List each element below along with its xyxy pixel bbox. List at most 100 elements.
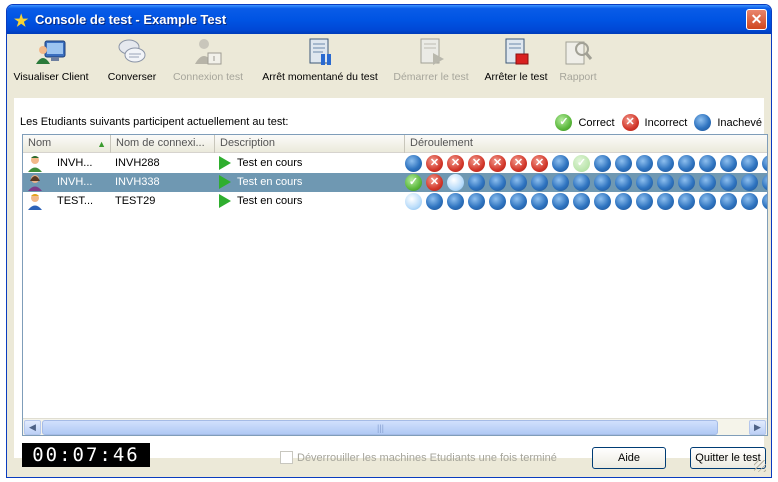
unlock-option[interactable]: Déverrouiller les machines Etudiants une… bbox=[280, 451, 557, 464]
question-incorrect-icon: ✕ bbox=[447, 155, 464, 172]
student-row[interactable]: TEST... TEST29 Test en cours bbox=[23, 192, 767, 211]
question-unfinished-icon bbox=[426, 193, 443, 210]
toolbar-label: Connexion test bbox=[172, 71, 244, 83]
column-header-progress[interactable]: Déroulement bbox=[405, 135, 767, 153]
pause-test-button[interactable]: Arrêt momentané du test bbox=[256, 36, 384, 83]
stop-document-icon bbox=[505, 38, 529, 65]
report-magnifier-icon bbox=[565, 41, 593, 65]
question-unfinished-icon bbox=[678, 174, 695, 191]
question-unfinished-icon bbox=[762, 155, 767, 172]
student-progress: ✕ ✕ ✕ ✕ ✕ ✕ ✓ bbox=[405, 155, 767, 172]
close-button[interactable]: ✕ bbox=[746, 9, 767, 30]
question-unfinished-icon bbox=[636, 174, 653, 191]
question-incorrect-icon: ✕ bbox=[468, 155, 485, 172]
unlock-label: Déverrouiller les machines Etudiants une… bbox=[297, 451, 557, 464]
toolbar: Visualiser Client Converser Connexion te… bbox=[10, 34, 768, 92]
question-unfinished-icon bbox=[615, 193, 632, 210]
report-button[interactable]: Rapport bbox=[556, 36, 600, 83]
question-unfinished-icon bbox=[531, 174, 548, 191]
converser-button[interactable]: Converser bbox=[102, 36, 162, 83]
start-test-button[interactable]: Démarrer le test bbox=[388, 36, 474, 83]
scroll-grip-icon: ||| bbox=[377, 423, 385, 433]
question-current-icon bbox=[405, 193, 422, 210]
question-incorrect-icon: ✕ bbox=[489, 155, 506, 172]
question-unfinished-icon bbox=[468, 193, 485, 210]
question-incorrect-icon: ✕ bbox=[426, 155, 443, 172]
scroll-right-button[interactable]: ▶ bbox=[749, 420, 766, 435]
question-unfinished-icon bbox=[741, 174, 758, 191]
student-status-text: Test en cours bbox=[237, 176, 303, 188]
question-unfinished-icon bbox=[405, 155, 422, 172]
student-status: Test en cours bbox=[219, 173, 403, 192]
student-status-text: Test en cours bbox=[237, 195, 303, 207]
question-unfinished-icon bbox=[720, 155, 737, 172]
login-user-icon bbox=[195, 39, 222, 65]
toolbar-label: Arrêt momentané du test bbox=[262, 71, 378, 83]
toolbar-label: Arrêter le test bbox=[484, 71, 548, 83]
play-icon bbox=[219, 194, 231, 209]
student-login: INVH338 bbox=[115, 176, 160, 188]
pause-document-icon bbox=[309, 38, 331, 65]
scroll-thumb[interactable]: ||| bbox=[42, 420, 718, 435]
star-app-icon: ★ bbox=[14, 13, 29, 30]
legend-unfinished: Inachevé bbox=[694, 114, 762, 131]
elapsed-timer: 00:07:46 bbox=[22, 443, 150, 467]
question-unfinished-icon bbox=[573, 174, 590, 191]
question-correct-icon: ✓ bbox=[405, 174, 422, 191]
student-name: INVH... bbox=[57, 157, 93, 169]
question-unfinished-icon bbox=[615, 155, 632, 172]
student-name: INVH... bbox=[57, 176, 93, 188]
question-unfinished-icon bbox=[552, 193, 569, 210]
toolbar-label: Converser bbox=[107, 71, 157, 83]
scroll-left-button[interactable]: ◀ bbox=[24, 420, 41, 435]
column-header-description[interactable]: Description bbox=[215, 135, 405, 153]
student-row[interactable]: INVH... INVH288 Test en cours ✕ ✕ ✕ ✕ ✕ ✕ ✓ bbox=[23, 154, 767, 173]
legend: ✓ Correct ✕ Incorrect Inachevé bbox=[551, 114, 762, 131]
column-header-login[interactable]: Nom de connexi... bbox=[111, 135, 215, 153]
question-current-icon bbox=[447, 174, 464, 191]
sort-ascending-icon: ▲ bbox=[97, 139, 106, 149]
horizontal-scrollbar[interactable]: ◀ ||| ▶ bbox=[23, 418, 767, 435]
question-unfinished-icon bbox=[762, 174, 767, 191]
question-unfinished-icon bbox=[594, 193, 611, 210]
unlock-checkbox[interactable] bbox=[280, 451, 293, 464]
question-unfinished-icon bbox=[636, 155, 653, 172]
question-unfinished-icon bbox=[552, 174, 569, 191]
chat-bubbles-icon bbox=[118, 39, 146, 63]
toolbar-label: Démarrer le test bbox=[393, 71, 469, 83]
correct-icon: ✓ bbox=[555, 114, 573, 131]
column-header-name[interactable]: Nom ▲ bbox=[23, 135, 111, 153]
question-unfinished-icon bbox=[762, 193, 767, 210]
play-icon bbox=[219, 156, 231, 171]
toolbar-label: Rapport bbox=[559, 71, 597, 83]
question-incorrect-icon: ✕ bbox=[531, 155, 548, 172]
question-unfinished-icon bbox=[720, 193, 737, 210]
start-document-icon bbox=[420, 38, 444, 65]
question-correct-icon: ✓ bbox=[573, 155, 590, 172]
question-unfinished-icon bbox=[741, 155, 758, 172]
stop-test-button[interactable]: Arrêter le test bbox=[480, 36, 552, 83]
question-unfinished-icon bbox=[615, 174, 632, 191]
question-unfinished-icon bbox=[510, 174, 527, 191]
question-unfinished-icon bbox=[468, 174, 485, 191]
legend-incorrect-label: Incorrect bbox=[644, 116, 688, 129]
question-unfinished-icon bbox=[741, 193, 758, 210]
connexion-test-button[interactable]: Connexion test bbox=[168, 36, 248, 83]
question-unfinished-icon bbox=[489, 193, 506, 210]
student-progress: ✓ ✕ bbox=[405, 174, 767, 191]
question-unfinished-icon bbox=[552, 155, 569, 172]
incorrect-icon: ✕ bbox=[621, 114, 639, 131]
list-header: Nom ▲ Nom de connexi... Description Déro… bbox=[23, 135, 767, 153]
monitor-user-icon bbox=[36, 40, 66, 64]
window-client-area: Visualiser Client Converser Connexion te… bbox=[10, 34, 768, 474]
resize-grip[interactable] bbox=[754, 460, 766, 472]
student-status-text: Test en cours bbox=[237, 157, 303, 169]
question-unfinished-icon bbox=[657, 155, 674, 172]
student-row[interactable]: INVH... INVH338 Test en cours ✓ ✕ bbox=[23, 173, 767, 192]
question-unfinished-icon bbox=[489, 174, 506, 191]
help-button[interactable]: Aide bbox=[592, 447, 666, 469]
title-bar[interactable]: ★ Console de test - Example Test ✕ bbox=[7, 5, 771, 34]
question-unfinished-icon bbox=[699, 155, 716, 172]
visualiser-client-button[interactable]: Visualiser Client bbox=[10, 36, 92, 83]
question-incorrect-icon: ✕ bbox=[510, 155, 527, 172]
